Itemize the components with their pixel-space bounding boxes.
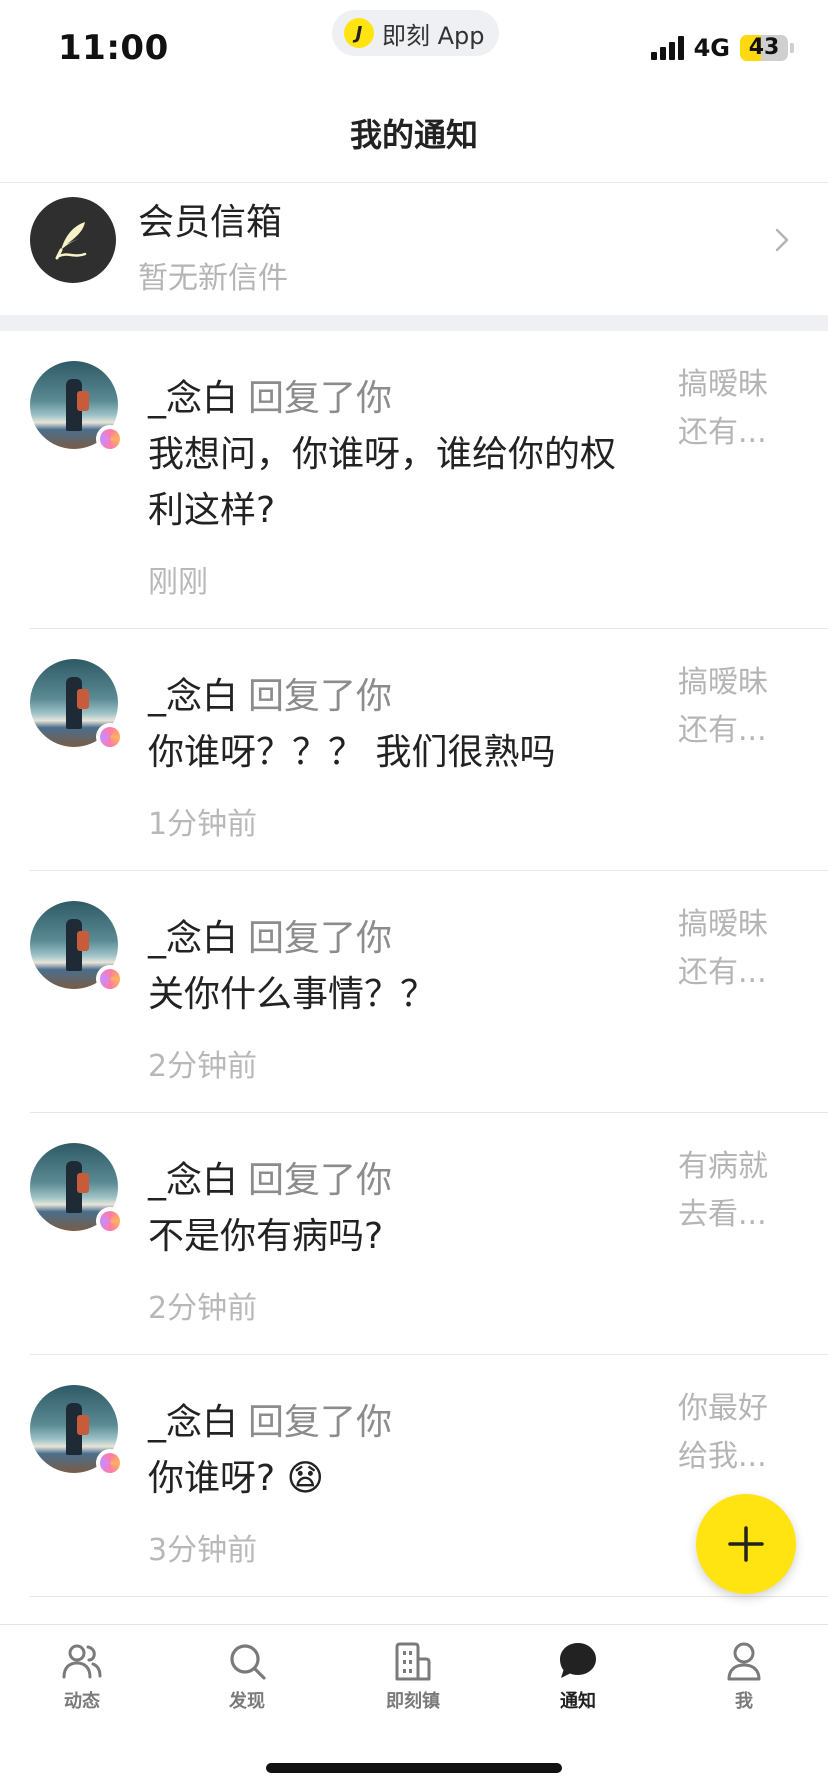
- status-bar: 11:00 J 即刻 App 4G 43: [0, 0, 828, 92]
- notification-item[interactable]: _念白 回复了你 你谁呀？？？ 我们很熟吗 1分钟前 搞暧昧还有...: [0, 629, 828, 871]
- jike-logo-icon: J: [344, 18, 374, 48]
- member-badge-icon: [96, 723, 124, 751]
- status-indicators: 4G 43: [650, 34, 794, 62]
- tab-label: 通知: [560, 1691, 596, 1712]
- notification-action: 回复了你: [248, 1402, 393, 1443]
- compose-fab-button[interactable]: [696, 1494, 796, 1594]
- profile-icon: [727, 1642, 761, 1681]
- chevron-right-icon: [775, 228, 789, 252]
- member-badge-icon: [96, 1449, 124, 1477]
- notification-time: 3分钟前: [148, 1533, 258, 1568]
- battery-percent: 43: [748, 35, 780, 60]
- notification-action: 回复了你: [248, 1160, 393, 1201]
- tab-label: 动态: [64, 1691, 100, 1712]
- mailbox-title: 会员信箱: [138, 202, 283, 243]
- app-switch-pill[interactable]: J 即刻 App: [332, 10, 499, 56]
- tab-discover[interactable]: 发现: [197, 1639, 297, 1713]
- tab-me[interactable]: 我: [694, 1639, 794, 1713]
- search-icon: [230, 1644, 266, 1680]
- status-time: 11:00: [58, 28, 169, 68]
- notification-body: 不是你有病吗?: [148, 1216, 384, 1257]
- signal-icon: [650, 36, 684, 60]
- tab-label: 即刻镇: [386, 1691, 440, 1712]
- post-snippet[interactable]: 有病就去看...: [678, 1143, 788, 1239]
- avatar[interactable]: [30, 361, 124, 453]
- battery-icon: 43: [740, 35, 788, 61]
- notification-user[interactable]: _念白: [148, 918, 238, 959]
- tab-label: 发现: [229, 1691, 265, 1712]
- app-pill-label: 即刻 App: [382, 21, 485, 50]
- notification-time: 刚刚: [148, 565, 208, 600]
- notification-body: 我想问，你谁呀，谁给你的权利这样?: [148, 434, 617, 531]
- tab-town[interactable]: 即刻镇: [363, 1639, 463, 1713]
- people-icon: [62, 1644, 102, 1679]
- avatar[interactable]: [30, 1385, 124, 1477]
- section-gap: [0, 315, 828, 331]
- avatar[interactable]: [30, 901, 124, 993]
- network-type: 4G: [693, 34, 730, 62]
- notification-item[interactable]: _念白 回复了你 我想问，你谁呀，谁给你的权利这样? 刚刚 搞暧昧还有...: [0, 331, 828, 629]
- notification-action: 回复了你: [248, 918, 393, 959]
- notification-time: 1分钟前: [148, 807, 258, 842]
- tab-notifications[interactable]: 通知: [528, 1639, 628, 1713]
- notification-item[interactable]: _念白 回复了你 不是你有病吗? 2分钟前 有病就去看...: [0, 1113, 828, 1355]
- member-badge-icon: [96, 1207, 124, 1235]
- quill-icon: [30, 197, 116, 283]
- post-snippet[interactable]: 你最好给我...: [678, 1385, 788, 1481]
- notification-time: 2分钟前: [148, 1291, 258, 1326]
- notification-action: 回复了你: [248, 378, 393, 419]
- tab-label: 我: [735, 1691, 753, 1712]
- mailbox-subtitle: 暂无新信件: [138, 261, 288, 296]
- chat-bubble-icon: [560, 1643, 596, 1678]
- member-badge-icon: [96, 425, 124, 453]
- notification-body: 关你什么事情？？: [148, 974, 437, 1015]
- notification-item[interactable]: _念白 回复了你 关你什么事情？？ 2分钟前 搞暧昧还有...: [0, 871, 828, 1113]
- building-icon: [395, 1642, 431, 1681]
- notification-body: 你谁呀？？？ 我们很熟吗: [148, 732, 556, 773]
- page-title: 我的通知: [349, 116, 478, 154]
- home-indicator[interactable]: [266, 1763, 562, 1773]
- notification-user[interactable]: _念白: [148, 378, 238, 419]
- notification-user[interactable]: _念白: [148, 1160, 238, 1201]
- avatar[interactable]: [30, 1143, 124, 1235]
- notification-time: 2分钟前: [148, 1049, 258, 1084]
- notification-user[interactable]: _念白: [148, 1402, 238, 1443]
- notification-user[interactable]: _念白: [148, 676, 238, 717]
- member-mailbox-row[interactable]: 会员信箱 暂无新信件: [0, 183, 828, 315]
- notification-action: 回复了你: [248, 676, 393, 717]
- notification-body: 你谁呀? 😧: [148, 1458, 325, 1499]
- post-snippet[interactable]: 搞暧昧还有...: [678, 901, 788, 997]
- battery-tip: [790, 43, 794, 53]
- post-snippet[interactable]: 搞暧昧还有...: [678, 659, 788, 755]
- row-divider: [30, 1596, 828, 1597]
- post-snippet[interactable]: 搞暧昧还有...: [678, 361, 788, 457]
- plus-icon: [728, 1526, 764, 1562]
- notification-list: _念白 回复了你 我想问，你谁呀，谁给你的权利这样? 刚刚 搞暧昧还有... _念…: [0, 331, 828, 1597]
- member-badge-icon: [96, 965, 124, 993]
- tab-feed[interactable]: 动态: [32, 1639, 132, 1713]
- avatar[interactable]: [30, 659, 124, 751]
